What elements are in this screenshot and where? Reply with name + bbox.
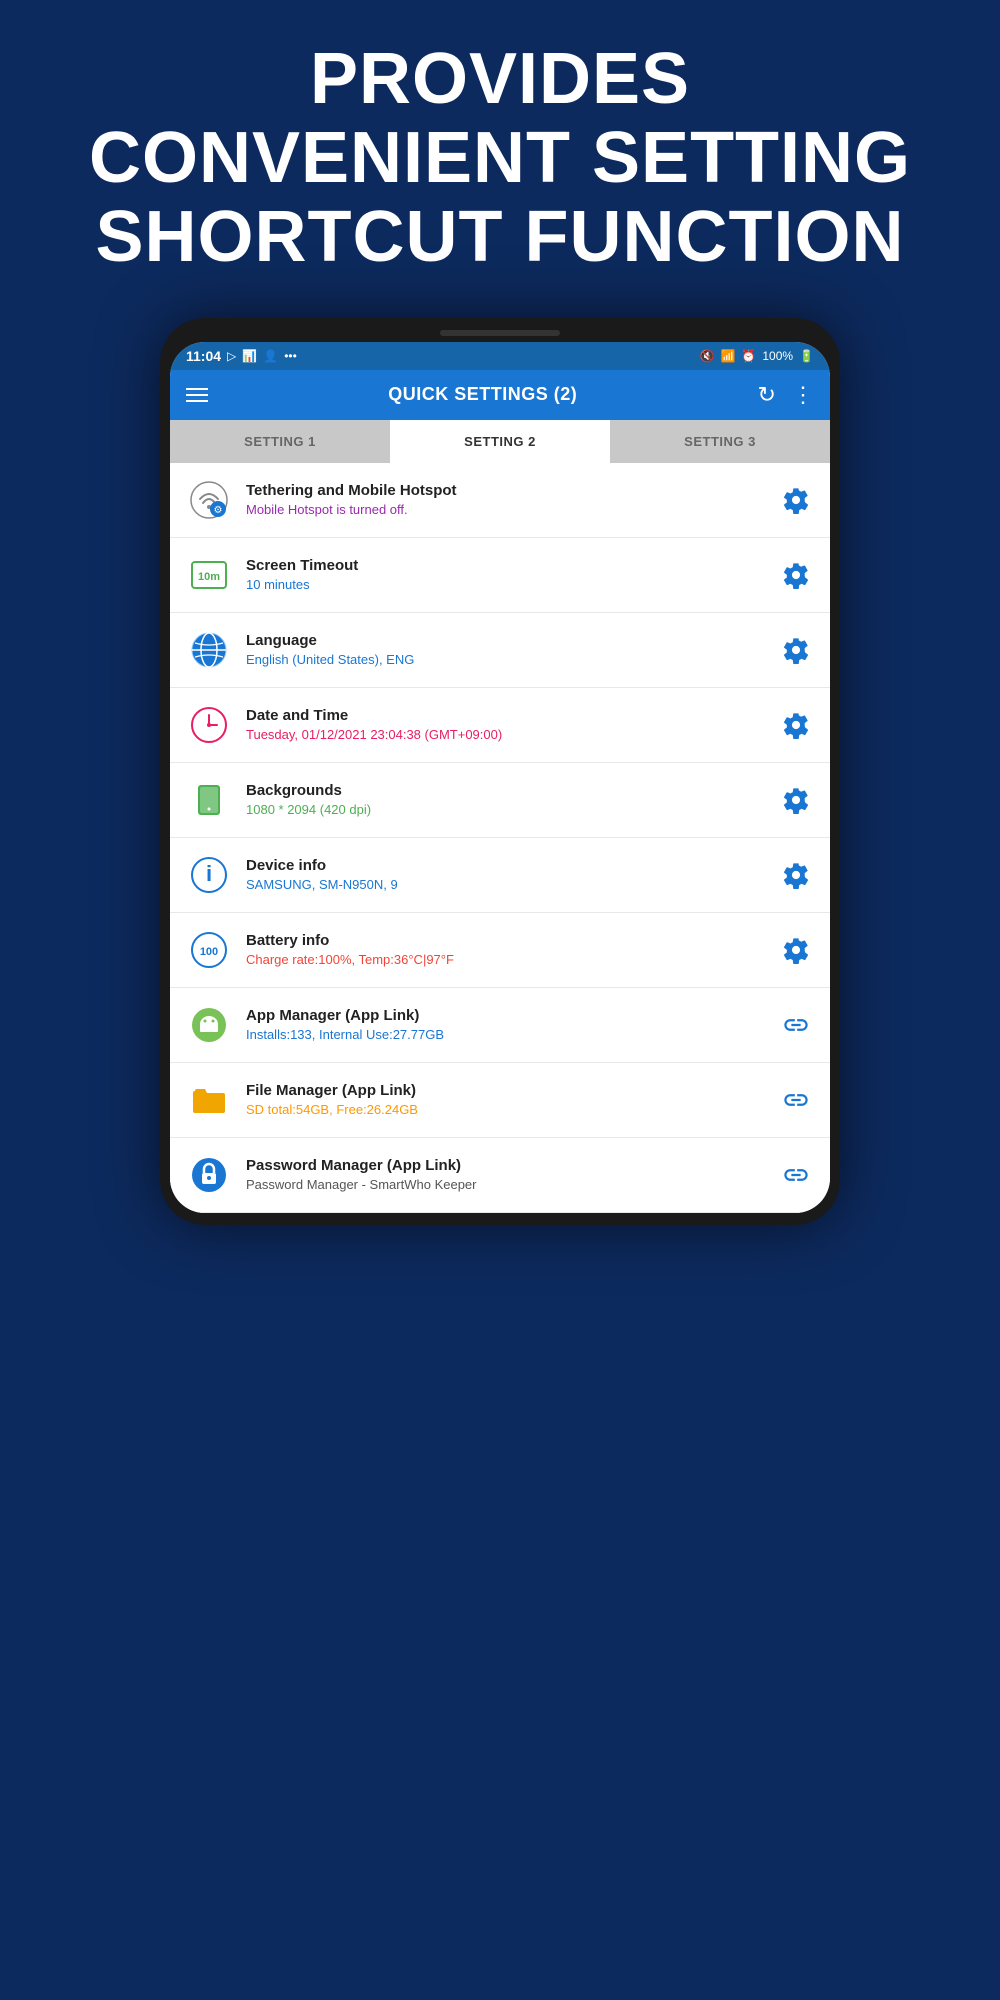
svg-text:10m: 10m [198,571,220,583]
datetime-subtitle: Tuesday, 01/12/2021 23:04:38 (GMT+09:00) [246,727,778,742]
file-manager-link[interactable] [778,1082,814,1118]
tab-bar: SETTING 1 SETTING 2 SETTING 3 [170,420,830,463]
screen-timeout-title: Screen Timeout [246,557,778,574]
hero-line3: SHORTCUT FUNCTION [60,198,940,277]
file-manager-title: File Manager (App Link) [246,1082,778,1099]
setting-item-app-manager[interactable]: App Manager (App Link) Installs:133, Int… [170,988,830,1063]
status-bar-left: 11:04 ▷ 📊 👤 ••• [186,348,297,364]
setting-item-screen-timeout[interactable]: 10m Screen Timeout 10 minutes [170,538,830,613]
app-manager-subtitle: Installs:133, Internal Use:27.77GB [246,1027,778,1042]
app-bar-icons: ↻ ⋮ [758,382,814,408]
tethering-text: Tethering and Mobile Hotspot Mobile Hots… [246,482,778,517]
battery-status: 100% [762,349,793,363]
device-info-text: Device info SAMSUNG, SM-N950N, 9 [246,857,778,892]
svg-text:i: i [206,861,212,886]
datetime-icon [186,702,232,748]
setting-item-battery[interactable]: 100 Battery info Charge rate:100%, Temp:… [170,913,830,988]
setting-item-language[interactable]: Language English (United States), ENG [170,613,830,688]
svg-text:⚙: ⚙ [214,505,223,516]
app-manager-icon [186,1002,232,1048]
datetime-gear[interactable] [778,707,814,743]
backgrounds-text: Backgrounds 1080 * 2094 (420 dpi) [246,782,778,817]
hamburger-menu-icon[interactable] [186,388,208,402]
setting-item-tethering[interactable]: ⚙ Tethering and Mobile Hotspot Mobile Ho… [170,463,830,538]
password-manager-title: Password Manager (App Link) [246,1157,778,1174]
battery-title: Battery info [246,932,778,949]
person-icon: 👤 [263,349,278,363]
setting-item-device-info[interactable]: i Device info SAMSUNG, SM-N950N, 9 [170,838,830,913]
hero-line2: CONVENIENT SETTING [60,119,940,198]
setting-item-datetime[interactable]: Date and Time Tuesday, 01/12/2021 23:04:… [170,688,830,763]
backgrounds-subtitle: 1080 * 2094 (420 dpi) [246,802,778,817]
datetime-text: Date and Time Tuesday, 01/12/2021 23:04:… [246,707,778,742]
password-manager-link[interactable] [778,1157,814,1193]
wifi-icon: 📶 [720,349,735,363]
phone-inner: 11:04 ▷ 📊 👤 ••• 🔇 📶 ⏰ 100% 🔋 [170,342,830,1213]
device-info-subtitle: SAMSUNG, SM-N950N, 9 [246,877,778,892]
setting-item-file-manager[interactable]: File Manager (App Link) SD total:54GB, F… [170,1063,830,1138]
tethering-gear[interactable] [778,482,814,518]
battery-icon: 100 [186,927,232,973]
language-text: Language English (United States), ENG [246,632,778,667]
app-bar-title: QUICK SETTINGS (2) [388,384,577,405]
password-manager-text: Password Manager (App Link) Password Man… [246,1157,778,1192]
phone-notch [440,330,560,336]
screen-timeout-text: Screen Timeout 10 minutes [246,557,778,592]
device-info-title: Device info [246,857,778,874]
file-manager-subtitle: SD total:54GB, Free:26.24GB [246,1102,778,1117]
more-icon: ••• [284,349,297,363]
hero-section: PROVIDES CONVENIENT SETTING SHORTCUT FUN… [0,0,1000,308]
backgrounds-title: Backgrounds [246,782,778,799]
battery-subtitle: Charge rate:100%, Temp:36°C|97°F [246,952,778,967]
status-time: 11:04 [186,348,221,364]
backgrounds-gear[interactable] [778,782,814,818]
tethering-title: Tethering and Mobile Hotspot [246,482,778,499]
screen-timeout-subtitle: 10 minutes [246,577,778,592]
password-manager-subtitle: Password Manager - SmartWho Keeper [246,1177,778,1192]
tethering-icon: ⚙ [186,477,232,523]
more-options-button[interactable]: ⋮ [792,382,814,408]
setting-item-backgrounds[interactable]: Backgrounds 1080 * 2094 (420 dpi) [170,763,830,838]
alarm-icon: ⏰ [741,349,756,363]
battery-icon: 🔋 [799,349,814,363]
mute-icon: 🔇 [699,349,714,363]
setting-item-password-manager[interactable]: Password Manager (App Link) Password Man… [170,1138,830,1213]
battery-text: Battery info Charge rate:100%, Temp:36°C… [246,932,778,967]
tab-setting3[interactable]: SETTING 3 [610,420,830,463]
battery-gear[interactable] [778,932,814,968]
app-manager-link[interactable] [778,1007,814,1043]
device-info-icon: i [186,852,232,898]
refresh-button[interactable]: ↻ [758,382,776,408]
tab-setting2[interactable]: SETTING 2 [390,420,610,463]
phone-frame: 11:04 ▷ 📊 👤 ••• 🔇 📶 ⏰ 100% 🔋 [160,318,840,1225]
password-manager-icon [186,1152,232,1198]
timeout-icon: 10m [186,552,232,598]
app-manager-title: App Manager (App Link) [246,1007,778,1024]
status-bar-right: 🔇 📶 ⏰ 100% 🔋 [699,349,814,363]
screen-timeout-gear[interactable] [778,557,814,593]
app-bar: QUICK SETTINGS (2) ↻ ⋮ [170,370,830,420]
datetime-title: Date and Time [246,707,778,724]
settings-list: ⚙ Tethering and Mobile Hotspot Mobile Ho… [170,463,830,1213]
device-info-gear[interactable] [778,857,814,893]
language-subtitle: English (United States), ENG [246,652,778,667]
app-manager-text: App Manager (App Link) Installs:133, Int… [246,1007,778,1042]
tab-setting1[interactable]: SETTING 1 [170,420,390,463]
backgrounds-icon [186,777,232,823]
tethering-subtitle: Mobile Hotspot is turned off. [246,502,778,517]
chart-icon: 📊 [242,349,257,363]
file-manager-text: File Manager (App Link) SD total:54GB, F… [246,1082,778,1117]
phone-wrapper: 11:04 ▷ 📊 👤 ••• 🔇 📶 ⏰ 100% 🔋 [0,308,1000,1225]
hero-line1: PROVIDES [60,40,940,119]
language-icon [186,627,232,673]
play-icon: ▷ [227,349,236,363]
language-gear[interactable] [778,632,814,668]
language-title: Language [246,632,778,649]
file-manager-icon [186,1077,232,1123]
status-bar: 11:04 ▷ 📊 👤 ••• 🔇 📶 ⏰ 100% 🔋 [170,342,830,370]
svg-text:100: 100 [200,946,218,958]
